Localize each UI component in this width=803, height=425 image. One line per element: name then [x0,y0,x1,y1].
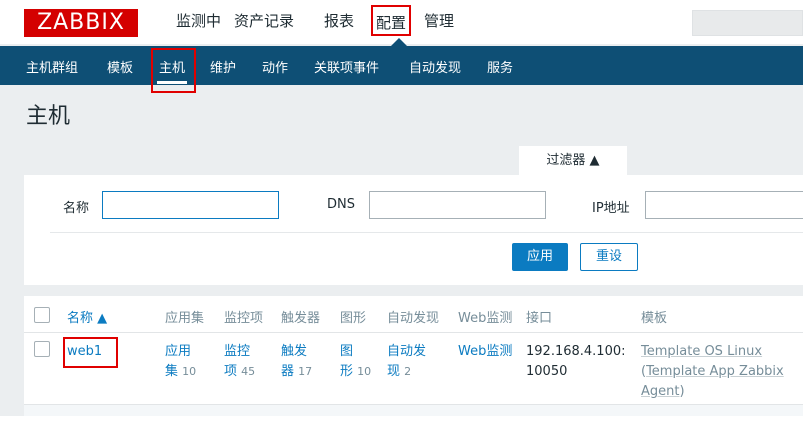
sub-menu-actions[interactable]: 动作 [262,57,288,76]
filter-divider [50,232,803,233]
hosts-table: 名称 ▲ 应用集 监控项 触发器 图形 自动发现 Web监测 接口 模板 web… [24,296,803,425]
template-app-zabbix-agent-link-cont[interactable]: Agent [641,384,679,399]
top-menu-monitoring[interactable]: 监测中 [176,10,221,31]
items-link-line2: 项 45 [224,362,255,382]
column-header-name[interactable]: 名称 ▲ [67,307,107,326]
top-navigation: ZABBIX 监测中 资产记录 报表 配置 管理 [0,0,803,46]
top-menu-inventory[interactable]: 资产记录 [234,10,294,31]
filter-dns-input[interactable] [369,191,546,219]
applications-link-line1: 应用 [165,344,192,359]
sub-menu-maintenance[interactable]: 维护 [210,57,236,76]
filter-name-label: 名称 [63,201,90,216]
graphs-count: 10 [357,365,372,378]
template-app-zabbix-agent-link[interactable]: Template App Zabbix [646,364,784,379]
applications-link-line2: 集 10 [165,362,196,382]
filter-ip-input[interactable] [645,191,803,219]
items-link-label: 项 [224,364,238,379]
filter-apply-button[interactable]: 应用 [512,243,568,271]
filter-dns-label: DNS [327,197,355,212]
host-graphs-link[interactable]: 图 形 10 [340,342,371,382]
applications-count: 10 [182,365,197,378]
column-header-items: 监控项 [224,311,264,326]
zabbix-logo[interactable]: ZABBIX [24,9,138,37]
sub-menu-event-correlation[interactable]: 关联项事件 [314,57,379,76]
triggers-link-label: 器 [281,364,295,379]
discovery-link-line2: 现 2 [387,362,426,382]
hosts-highlight-box [151,48,196,93]
graphs-link-line1: 图 [340,344,354,359]
sub-menu-discovery[interactable]: 自动发现 [409,57,461,76]
triggers-link-line1: 触发 [281,344,308,359]
sub-menu-templates[interactable]: 模板 [107,57,133,76]
page-title: 主机 [26,104,71,129]
graphs-link-line2: 形 10 [340,362,371,382]
host-triggers-link[interactable]: 触发 器 17 [281,342,312,382]
column-header-applications: 应用集 [165,311,205,326]
column-header-interface: 接口 [526,311,553,326]
column-header-graphs: 图形 [340,311,367,326]
top-menu-reports[interactable]: 报表 [324,10,354,31]
host-discovery-link[interactable]: 自动发 现 2 [387,342,426,382]
discovery-link-line1: 自动发 [387,344,427,359]
sub-menu-host-groups[interactable]: 主机群组 [26,57,78,76]
top-menu-administration[interactable]: 管理 [424,10,454,31]
page-bottom-edge [0,416,803,425]
sub-navigation: 主机群组 模板 主机 维护 动作 关联项事件 自动发现 服务 [0,46,803,85]
select-all-checkbox[interactable] [34,307,50,323]
template-os-linux-link[interactable]: Template OS Linux [641,344,762,359]
host-interface: 192.168.4.100: 10050 [526,342,626,382]
items-link-line1: 监控 [224,344,251,359]
column-header-web: Web监测 [458,311,513,326]
filter-ip-label: IP地址 [592,201,630,216]
column-header-triggers: 触发器 [281,311,321,326]
filter-toggle-tab[interactable]: 过滤器 ▲ [519,146,627,176]
column-header-templates: 模板 [641,311,668,326]
discovery-count: 2 [404,365,412,378]
sub-menu-services[interactable]: 服务 [487,57,513,76]
filter-reset-button[interactable]: 重设 [580,243,638,271]
global-search-input[interactable] [692,10,803,36]
header-divider [24,332,803,333]
host-web-link[interactable]: Web监测 [458,342,512,362]
row-checkbox[interactable] [34,341,50,357]
interface-address: 192.168.4.100: [526,344,626,359]
host-templates: Template OS Linux (Template App Zabbix A… [641,342,784,402]
filter-panel: 名称 DNS IP地址 应用 重设 [24,175,803,285]
web1-highlight-box [63,337,118,368]
filter-name-input[interactable] [102,191,279,219]
template-close-paren: ) [679,384,685,399]
items-count: 45 [241,365,256,378]
interface-port: 10050 [526,364,568,379]
triggers-link-line2: 器 17 [281,362,312,382]
active-menu-pointer [391,38,407,46]
host-applications-link[interactable]: 应用 集 10 [165,342,196,382]
triggers-count: 17 [298,365,313,378]
top-menu-configuration[interactable]: 配置 [371,5,412,36]
discovery-link-label: 现 [387,364,401,379]
applications-link-label: 集 [165,364,179,379]
graphs-link-label: 形 [340,364,354,379]
column-header-discovery: 自动发现 [387,311,440,326]
host-items-link[interactable]: 监控 项 45 [224,342,255,382]
